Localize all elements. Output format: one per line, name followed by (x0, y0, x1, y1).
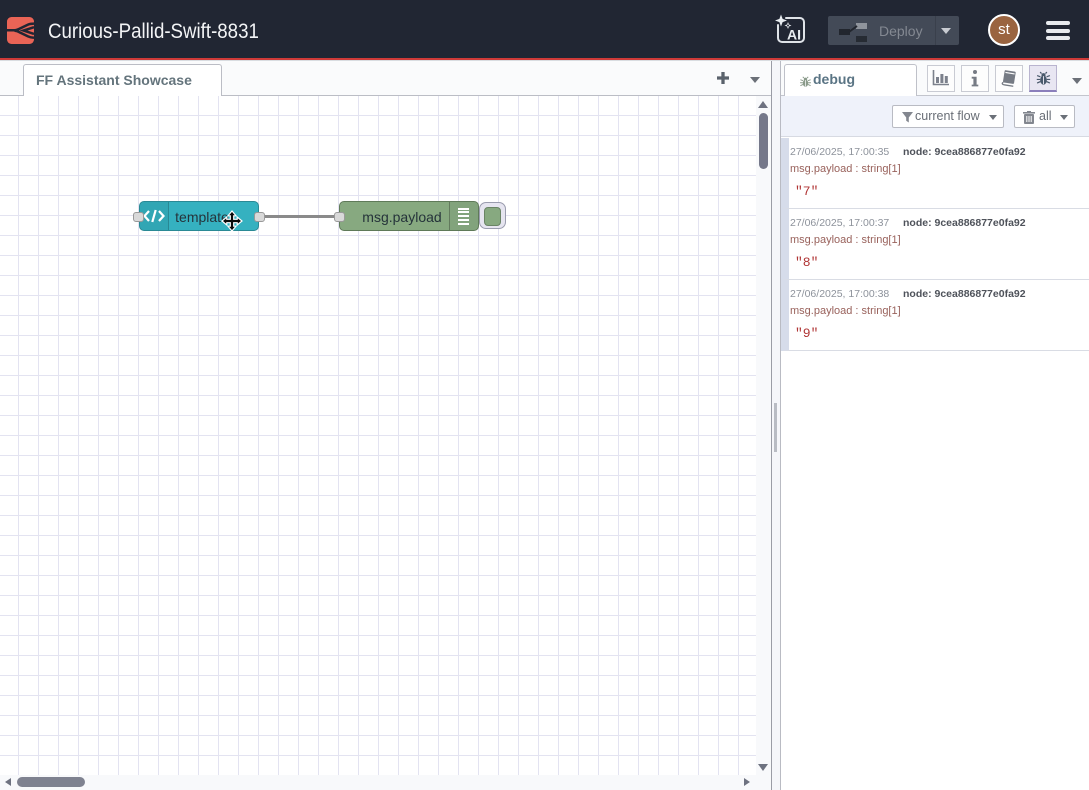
svg-text:AI: AI (787, 27, 801, 43)
